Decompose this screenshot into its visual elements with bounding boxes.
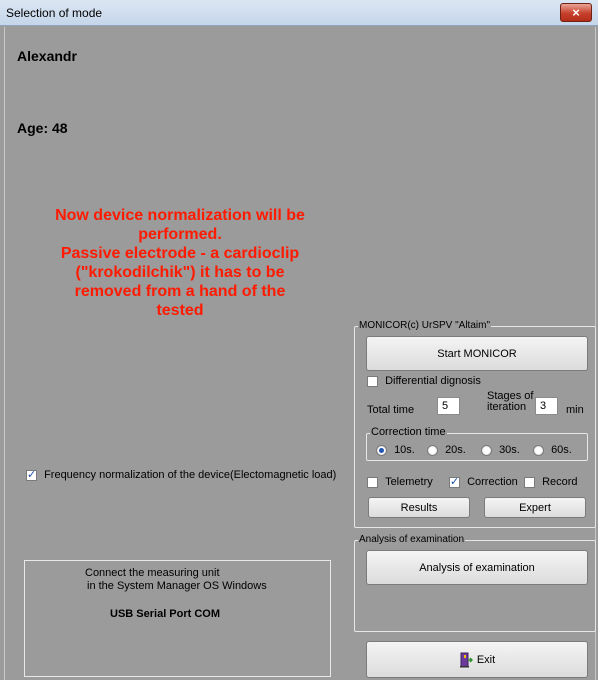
telemetry-label: Telemetry [385, 476, 433, 489]
correction-time-title: Correction time [370, 426, 447, 438]
differential-diagnosis-label: Differential dignosis [385, 375, 481, 388]
stages-label-line2: iteration [487, 401, 527, 413]
correction-checkbox[interactable] [449, 475, 460, 488]
start-monicor-label: Start MONICOR [437, 347, 517, 360]
total-time-label: Total time [367, 404, 415, 416]
patient-age: Age: 48 [17, 120, 68, 136]
warning-line: Now device normalization will be [55, 207, 305, 224]
radio-20s[interactable]: 20s. [427, 444, 466, 456]
window-title: Selection of mode [6, 6, 103, 20]
radio-60s[interactable]: 60s. [533, 444, 572, 456]
close-button[interactable]: × [560, 3, 592, 22]
record-checkbox[interactable] [524, 476, 535, 488]
correction-label: Correction [467, 476, 518, 489]
radio-10s-label: 10s. [394, 444, 415, 457]
monicor-group-title: MONICOR(c) UrSPV "Altaim" [358, 320, 491, 331]
radio-20s-label: 20s. [445, 444, 466, 457]
analysis-button[interactable]: Analysis of examination [366, 550, 588, 585]
radio-10s[interactable]: 10s. [376, 444, 415, 456]
warning-line: tested [156, 302, 204, 319]
warning-line: performed. [138, 226, 222, 243]
warning-line: removed from a hand of the [74, 283, 286, 300]
analysis-group-title: Analysis of examination [358, 534, 466, 545]
frequency-normalization-checkbox[interactable] [26, 468, 37, 481]
title-bar: Selection of mode × [0, 0, 598, 26]
warning-line: ("krokodilchik") it has to be [75, 264, 285, 281]
connect-instruction: Connect the measuring unit [85, 567, 220, 579]
patient-name: Alexandr [17, 48, 77, 64]
radio-20s-button[interactable] [427, 444, 438, 456]
results-label: Results [400, 501, 438, 514]
results-button[interactable]: Results [368, 497, 470, 518]
analysis-button-label: Analysis of examination [419, 561, 535, 574]
radio-10s-button[interactable] [376, 444, 387, 456]
expert-button[interactable]: Expert [484, 497, 586, 518]
differential-diagnosis-checkbox[interactable] [367, 375, 378, 387]
exit-door-icon [459, 652, 473, 667]
radio-60s-button[interactable] [533, 444, 544, 456]
correction-option[interactable]: Correction [449, 475, 518, 489]
expert-label: Expert [519, 501, 551, 514]
stages-input[interactable]: 3 [535, 397, 558, 415]
differential-diagnosis-option[interactable]: Differential dignosis [367, 375, 481, 387]
frequency-normalization-label: Frequency normalization of the device(El… [44, 469, 337, 482]
record-option[interactable]: Record [524, 476, 578, 488]
start-monicor-button[interactable]: Start MONICOR [366, 336, 588, 371]
serial-port-label: USB Serial Port COM [110, 608, 221, 620]
exit-button-content: Exit [367, 652, 587, 668]
total-time-input[interactable]: 5 [437, 397, 460, 415]
stages-label: Stages of iteration [487, 391, 533, 413]
connection-info-box: Connect the measuring unit in the System… [24, 560, 331, 677]
close-icon: × [572, 5, 580, 20]
radio-60s-label: 60s. [551, 444, 572, 457]
warning-line: Passive electrode - a cardioclip [60, 245, 300, 262]
record-label: Record [542, 476, 578, 489]
frequency-normalization-option[interactable]: Frequency normalization of the device(El… [26, 468, 337, 482]
minutes-label: min [566, 404, 584, 416]
telemetry-option[interactable]: Telemetry [367, 476, 433, 488]
radio-30s-label: 30s. [499, 444, 520, 457]
exit-label: Exit [476, 653, 496, 666]
normalization-warning: Now device normalization will be perform… [8, 206, 352, 320]
telemetry-checkbox[interactable] [367, 476, 378, 488]
system-manager-instruction: in the System Manager OS Windows [87, 580, 267, 592]
exit-button[interactable]: Exit [366, 641, 588, 678]
radio-30s[interactable]: 30s. [481, 444, 520, 456]
radio-30s-button[interactable] [481, 444, 492, 456]
